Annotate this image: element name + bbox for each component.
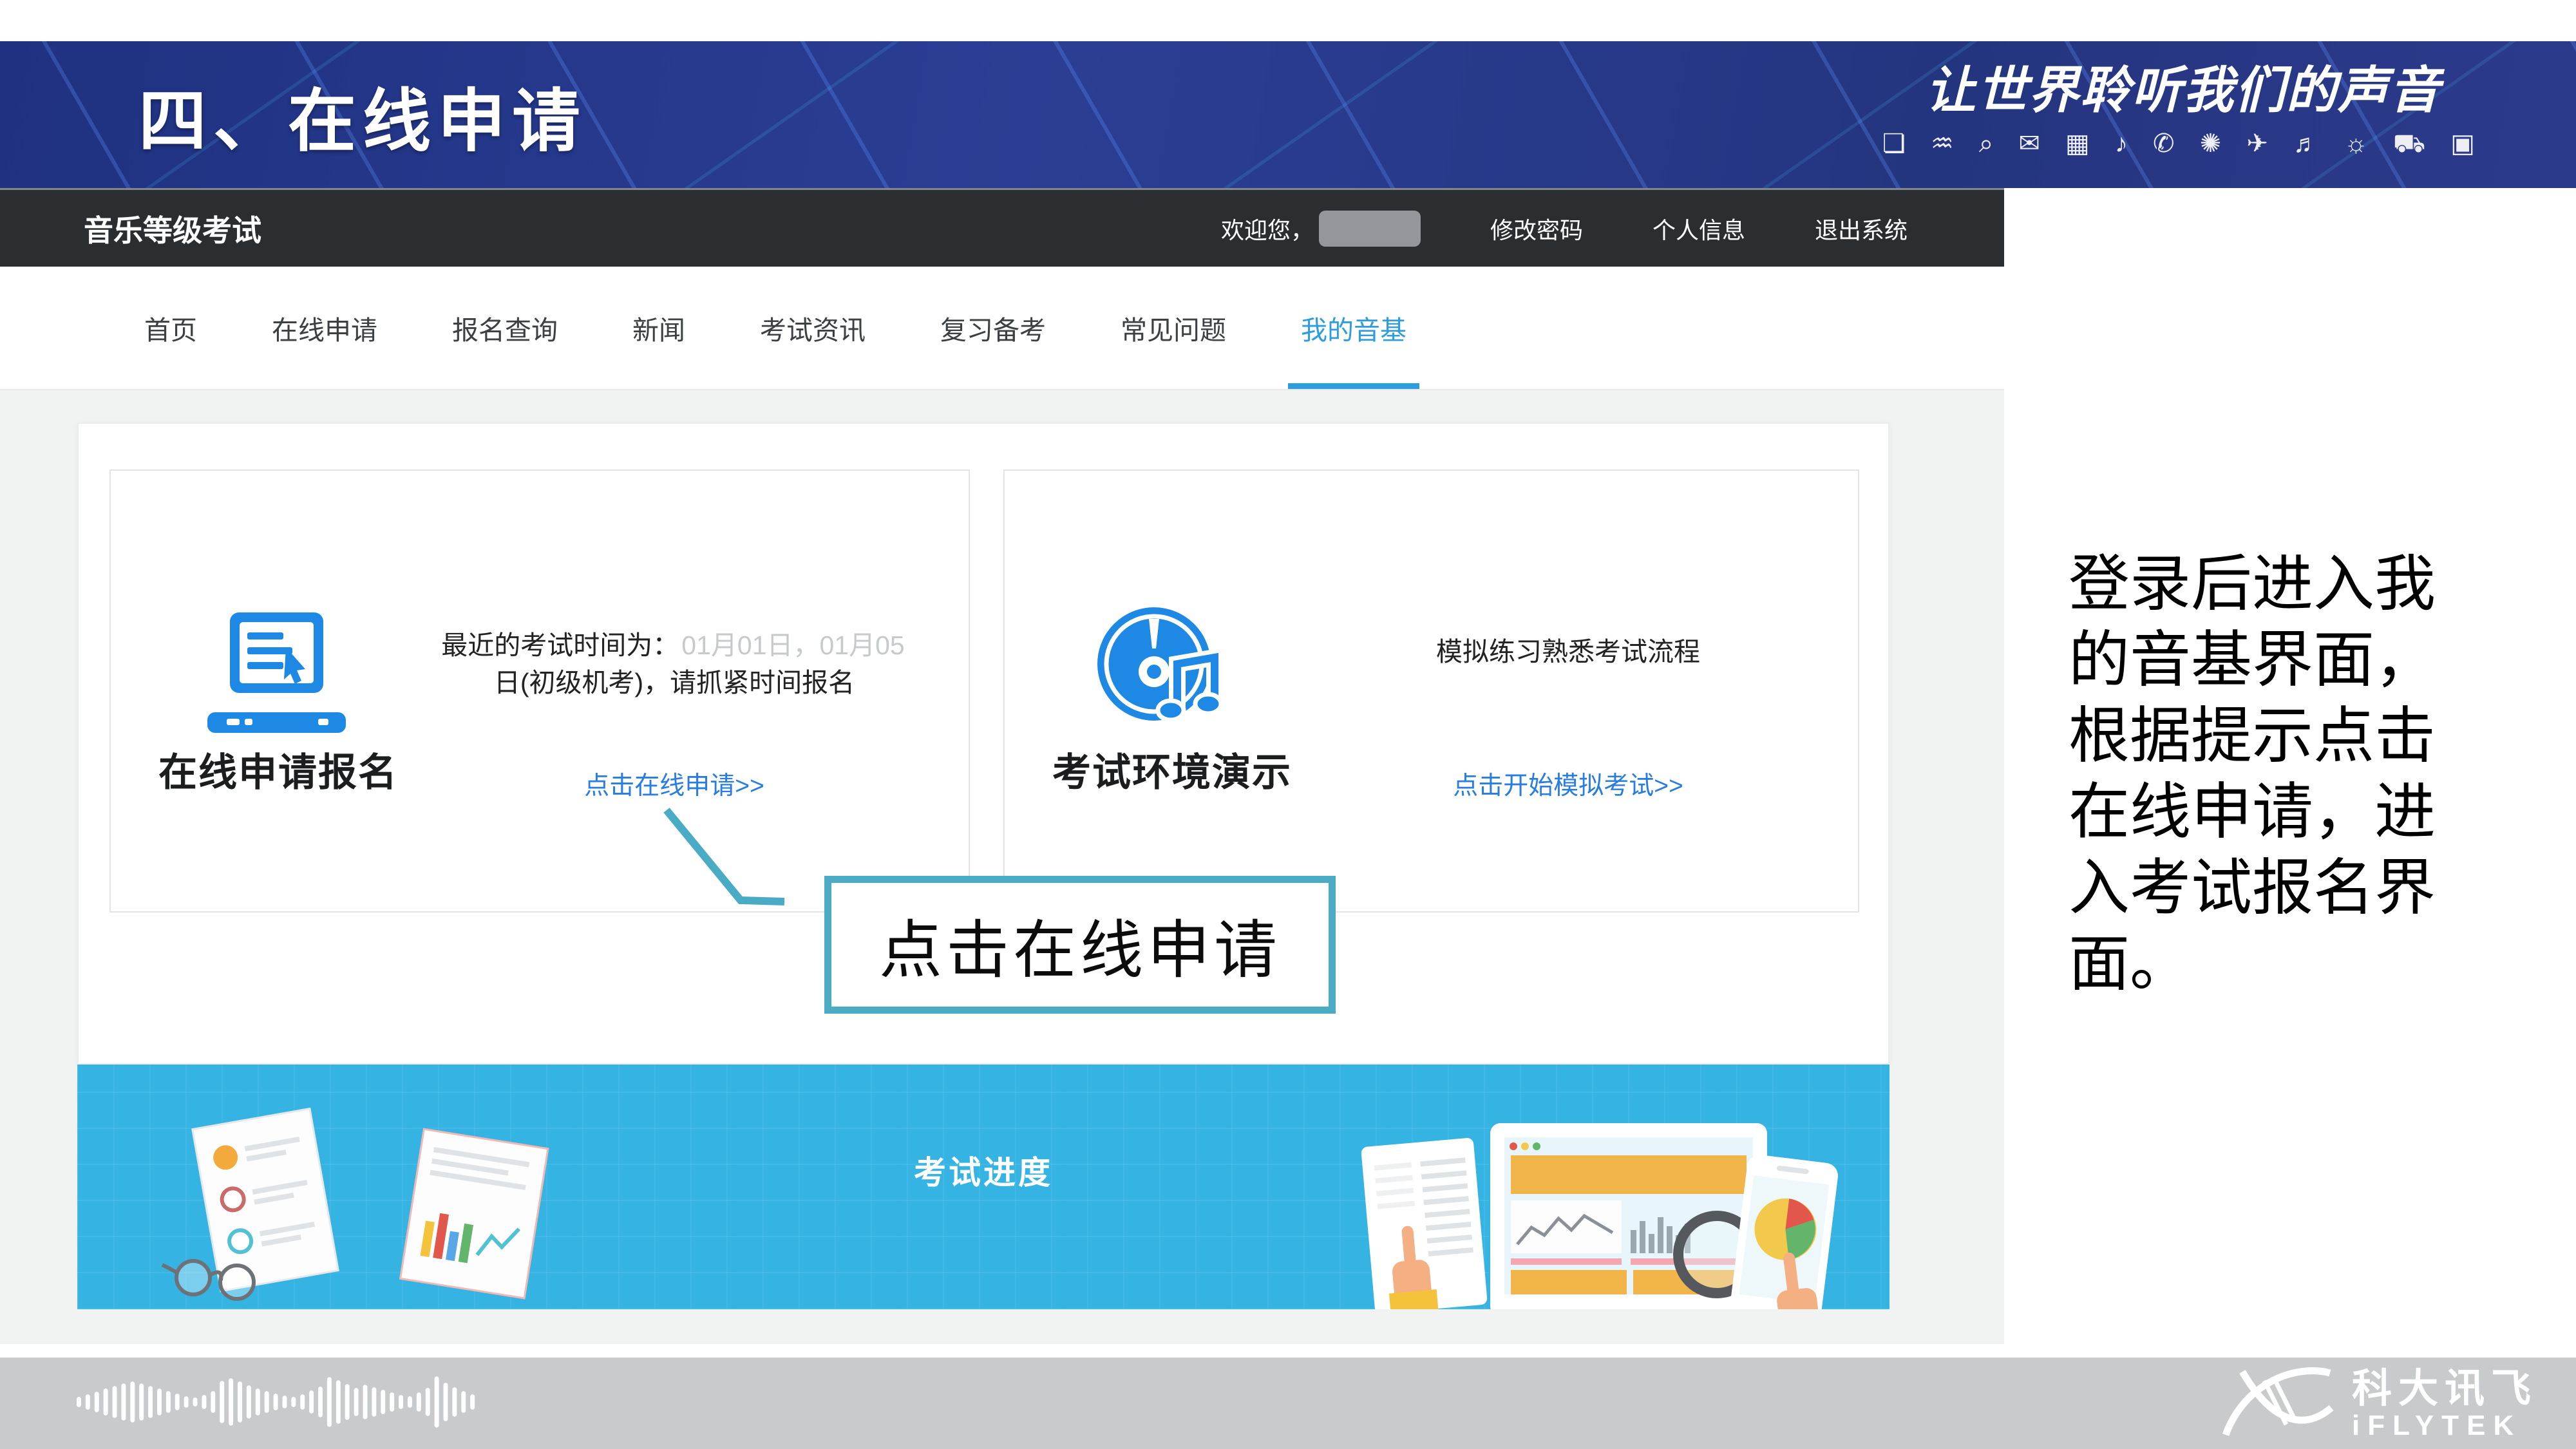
iflytek-swoosh-icon bbox=[2219, 1363, 2335, 1446]
devices-hands-illustration bbox=[1342, 1097, 1844, 1309]
start-mock-exam-link[interactable]: 点击开始模拟考试>> bbox=[1288, 766, 1848, 802]
tab-my-yinji[interactable]: 我的音基 bbox=[1297, 267, 1410, 389]
page-content-background: 在线申请报名 最近的考试时间为：01月01日，01月05 日(初级机考)，请抓紧… bbox=[0, 390, 2004, 1344]
notice-prefix: 最近的考试时间为： bbox=[441, 630, 679, 660]
annotation-callout: 点击在线申请 bbox=[824, 876, 1336, 1014]
tab-online-apply[interactable]: 在线申请 bbox=[268, 267, 381, 389]
tab-registration-query[interactable]: 报名查询 bbox=[448, 267, 562, 389]
apply-card-title: 在线申请报名 bbox=[130, 741, 426, 797]
tab-home[interactable]: 首页 bbox=[140, 267, 201, 389]
site-brand: 音乐等级考试 bbox=[84, 207, 261, 250]
apply-card-notice: 最近的考试时间为：01月01日，01月05 日(初级机考)，请抓紧时间报名 bbox=[394, 627, 954, 701]
laptop-apply-icon bbox=[207, 612, 346, 738]
redacted-exam-date: 01月01日，01月05 bbox=[679, 630, 907, 660]
tab-exam-info[interactable]: 考试资讯 bbox=[756, 267, 869, 389]
brand-slogan: 让世界聆听我们的声音 bbox=[1848, 50, 2518, 122]
tab-news[interactable]: 新闻 bbox=[629, 267, 689, 389]
online-apply-link[interactable]: 点击在线申请>> bbox=[394, 766, 954, 802]
hero-banner: 四、在线申请 让世界聆听我们的声音 ❏ ♒ ⌕ ✉ ▦ ♪ ✆ ✺ ✈ ♬ ☼ … bbox=[0, 41, 2576, 188]
logout-link[interactable]: 退出系统 bbox=[1815, 212, 1908, 245]
slide-section-title: 四、在线申请 bbox=[138, 66, 587, 165]
iflytek-cn: 科大讯飞 bbox=[2352, 1369, 2537, 1409]
site-nav: 首页 在线申请 报名查询 新闻 考试资讯 复习备考 常见问题 我的音基 bbox=[0, 267, 2004, 390]
brand-slogan-block: 让世界聆听我们的声音 ❏ ♒ ⌕ ✉ ▦ ♪ ✆ ✺ ✈ ♬ ☼ ⛟ ▣ bbox=[1848, 50, 2518, 162]
header-user-menu: 欢迎您， 修改密码 个人信息 退出系统 bbox=[1221, 211, 1908, 247]
notice-line2: 日(初级机考)，请抓紧时间报名 bbox=[494, 668, 855, 697]
iflytek-logo-text: 科大讯飞 iFLYTEK bbox=[2352, 1369, 2537, 1440]
redacted-username bbox=[1319, 211, 1421, 247]
demo-card-title: 考试环境演示 bbox=[1024, 741, 1320, 797]
slide-side-note: 登录后进入我的音基界面，根据提示点击在线申请，进入考试报名界面。 bbox=[2069, 546, 2455, 1002]
nav-tabs: 首页 在线申请 报名查询 新闻 考试资讯 复习备考 常见问题 我的音基 bbox=[0, 267, 1410, 389]
welcome-prefix: 欢迎您， bbox=[1221, 212, 1314, 245]
slide: 四、在线申请 让世界聆听我们的声音 ❏ ♒ ⌕ ✉ ▦ ♪ ✆ ✺ ✈ ♬ ☼ … bbox=[0, 0, 2576, 1449]
tab-review-prep[interactable]: 复习备考 bbox=[936, 267, 1050, 389]
online-apply-card: 在线申请报名 最近的考试时间为：01月01日，01月05 日(初级机考)，请抓紧… bbox=[109, 469, 970, 913]
footer-bar: 科大讯飞 iFLYTEK bbox=[0, 1358, 2576, 1449]
welcome-text: 欢迎您， bbox=[1221, 211, 1421, 247]
soundwave-logo-icon bbox=[74, 1368, 486, 1439]
slogan-icons-row: ❏ ♒ ⌕ ✉ ▦ ♪ ✆ ✺ ✈ ♬ ☼ ⛟ ▣ bbox=[1848, 129, 2518, 162]
documents-illustration bbox=[129, 1099, 644, 1309]
demo-card-desc: 模拟练习熟悉考试流程 bbox=[1288, 633, 1848, 670]
iflytek-en: iFLYTEK bbox=[2352, 1412, 2537, 1440]
exam-demo-card: 考试环境演示 模拟练习熟悉考试流程 点击开始模拟考试>> bbox=[1003, 469, 1859, 913]
cd-music-icon bbox=[1095, 605, 1230, 737]
exam-progress-banner: 考试进度 bbox=[77, 1065, 1889, 1309]
site-header: 音乐等级考试 欢迎您， 修改密码 个人信息 退出系统 bbox=[0, 188, 2004, 267]
iflytek-logo: 科大讯飞 iFLYTEK bbox=[2219, 1363, 2537, 1446]
tab-faq[interactable]: 常见问题 bbox=[1117, 267, 1230, 389]
profile-link[interactable]: 个人信息 bbox=[1653, 212, 1745, 245]
change-password-link[interactable]: 修改密码 bbox=[1490, 212, 1583, 245]
